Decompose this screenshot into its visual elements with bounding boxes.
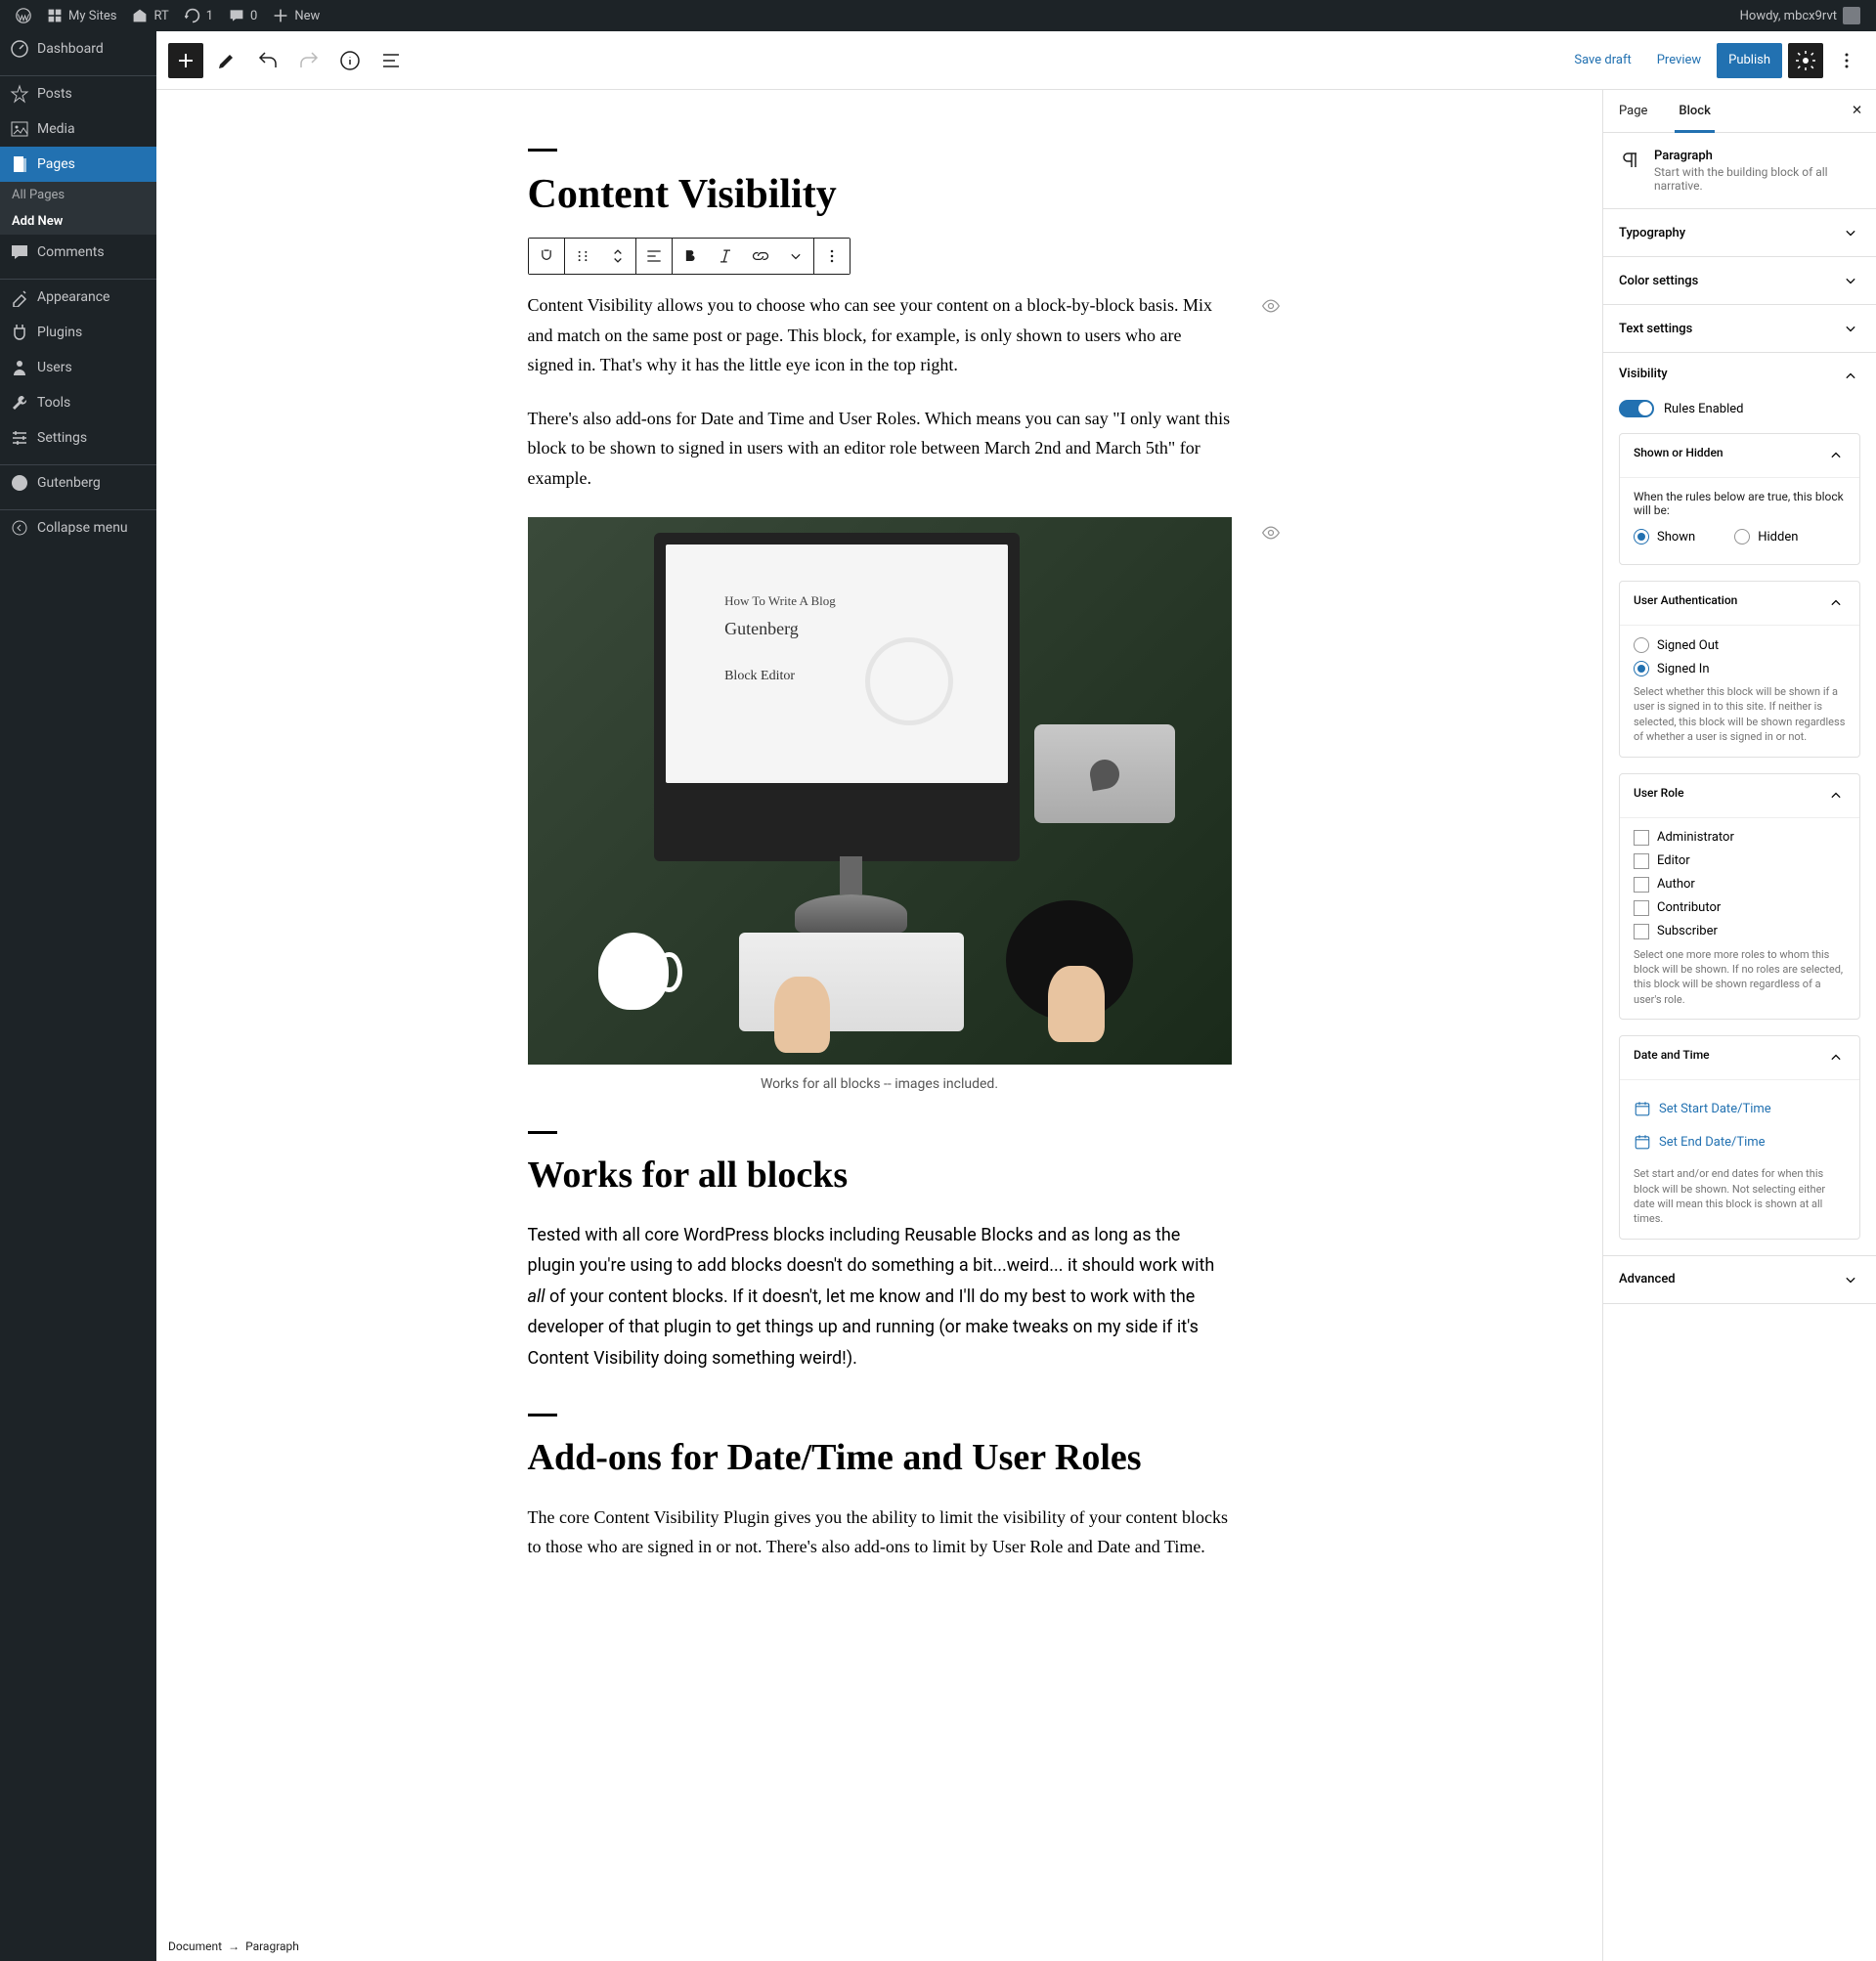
- role-author-check[interactable]: [1634, 877, 1649, 893]
- set-start-date[interactable]: Set Start Date/Time: [1634, 1092, 1846, 1125]
- heading-block[interactable]: Works for all blocks: [528, 1131, 1232, 1197]
- role-admin-check[interactable]: [1634, 830, 1649, 846]
- menu-collapse[interactable]: Collapse menu: [0, 510, 156, 545]
- user-auth-section[interactable]: User Authentication: [1620, 582, 1859, 626]
- date-help-text: Set start and/or end dates for when this…: [1634, 1166, 1846, 1227]
- date-time-section[interactable]: Date and Time: [1620, 1036, 1859, 1080]
- site-name[interactable]: RT: [124, 0, 176, 31]
- visibility-section[interactable]: Visibility: [1603, 353, 1876, 400]
- post-title[interactable]: Content Visibility: [528, 149, 1232, 218]
- admin-bar: My Sites RT 1 0 New Howdy, mbcx9rvt: [0, 0, 1876, 31]
- submenu-add-new[interactable]: Add New: [0, 208, 156, 235]
- block-type-icon[interactable]: [529, 239, 564, 274]
- image-caption[interactable]: Works for all blocks -- images included.: [528, 1076, 1232, 1092]
- submenu-all-pages[interactable]: All Pages: [0, 182, 156, 208]
- info-button[interactable]: [332, 43, 368, 78]
- menu-dashboard[interactable]: Dashboard: [0, 31, 156, 66]
- user-role-section[interactable]: User Role: [1620, 774, 1859, 818]
- undo-button[interactable]: [250, 43, 285, 78]
- align-icon[interactable]: [636, 239, 672, 274]
- wp-logo[interactable]: [8, 0, 39, 31]
- link-icon[interactable]: [743, 239, 778, 274]
- preview-button[interactable]: Preview: [1647, 53, 1711, 67]
- settings-toggle-button[interactable]: [1788, 43, 1823, 78]
- comments-count[interactable]: 0: [221, 0, 265, 31]
- image-block[interactable]: How To Write A Blog Gutenberg Block Edit…: [528, 517, 1232, 1092]
- block-toolbar: [528, 238, 851, 275]
- rules-enabled-toggle[interactable]: [1619, 400, 1654, 417]
- bold-icon[interactable]: [673, 239, 708, 274]
- menu-tools[interactable]: Tools: [0, 385, 156, 420]
- pages-submenu: All Pages Add New: [0, 182, 156, 235]
- edit-mode-button[interactable]: [209, 43, 244, 78]
- more-options-button[interactable]: [1829, 43, 1864, 78]
- menu-media[interactable]: Media: [0, 111, 156, 147]
- more-format-icon[interactable]: [778, 239, 813, 274]
- shown-radio[interactable]: [1634, 529, 1649, 545]
- block-type-label: Paragraph: [1654, 149, 1860, 163]
- menu-settings[interactable]: Settings: [0, 420, 156, 456]
- paragraph-icon: [1619, 149, 1642, 172]
- redo-button[interactable]: [291, 43, 327, 78]
- close-panel-icon[interactable]: ✕: [1838, 90, 1876, 132]
- role-help-text: Select one more more roles to whom this …: [1634, 947, 1846, 1008]
- new-content[interactable]: New: [265, 0, 327, 31]
- color-section[interactable]: Color settings: [1603, 257, 1876, 304]
- breadcrumb[interactable]: Document → Paragraph: [168, 1939, 299, 1953]
- menu-pages[interactable]: Pages: [0, 147, 156, 182]
- paragraph-block[interactable]: Content Visibility allows you to choose …: [528, 290, 1232, 380]
- outline-button[interactable]: [373, 43, 409, 78]
- menu-gutenberg[interactable]: Gutenberg: [0, 465, 156, 501]
- move-up-down-icon[interactable]: [600, 239, 635, 274]
- avatar-icon: [1843, 7, 1860, 24]
- updates[interactable]: 1: [177, 0, 221, 31]
- add-block-button[interactable]: [168, 43, 203, 78]
- shown-hidden-section[interactable]: Shown or Hidden: [1620, 434, 1859, 478]
- publish-button[interactable]: Publish: [1717, 43, 1782, 78]
- visibility-eye-icon: [1261, 523, 1281, 546]
- tab-block[interactable]: Block: [1663, 90, 1725, 132]
- signed-out-radio[interactable]: [1634, 637, 1649, 653]
- role-subscriber-check[interactable]: [1634, 924, 1649, 939]
- text-section[interactable]: Text settings: [1603, 305, 1876, 352]
- paragraph-block[interactable]: There's also add-ons for Date and Time a…: [528, 404, 1232, 494]
- settings-panel: Page Block ✕ Paragraph Start with the bu…: [1602, 90, 1876, 1961]
- editor-canvas[interactable]: Content Visibility: [156, 90, 1602, 1961]
- editor-header: Save draft Preview Publish: [156, 31, 1876, 90]
- menu-plugins[interactable]: Plugins: [0, 315, 156, 350]
- my-sites[interactable]: My Sites: [39, 0, 124, 31]
- paragraph-block[interactable]: The core Content Visibility Plugin gives…: [528, 1503, 1232, 1562]
- admin-sidebar: Dashboard Posts Media Pages All Pages Ad…: [0, 31, 156, 1961]
- hidden-radio[interactable]: [1734, 529, 1750, 545]
- italic-icon[interactable]: [708, 239, 743, 274]
- drag-handle-icon[interactable]: [565, 239, 600, 274]
- block-desc-label: Start with the building block of all nar…: [1654, 165, 1860, 193]
- menu-comments[interactable]: Comments: [0, 235, 156, 270]
- more-toolbar-icon[interactable]: [814, 239, 850, 274]
- visibility-eye-icon: [1261, 296, 1281, 320]
- rules-enabled-label: Rules Enabled: [1664, 402, 1744, 416]
- tab-page[interactable]: Page: [1603, 90, 1663, 132]
- role-editor-check[interactable]: [1634, 853, 1649, 869]
- typography-section[interactable]: Typography: [1603, 209, 1876, 256]
- signed-in-radio[interactable]: [1634, 661, 1649, 676]
- shown-hidden-desc: When the rules below are true, this bloc…: [1634, 490, 1846, 517]
- auth-help-text: Select whether this block will be shown …: [1634, 684, 1846, 745]
- role-contributor-check[interactable]: [1634, 900, 1649, 916]
- menu-users[interactable]: Users: [0, 350, 156, 385]
- set-end-date[interactable]: Set End Date/Time: [1634, 1125, 1846, 1158]
- advanced-section[interactable]: Advanced: [1603, 1256, 1876, 1303]
- save-draft-button[interactable]: Save draft: [1564, 53, 1640, 67]
- editor: Save draft Preview Publish Content Visib…: [156, 31, 1876, 1961]
- menu-appearance[interactable]: Appearance: [0, 280, 156, 315]
- menu-posts[interactable]: Posts: [0, 76, 156, 111]
- howdy-user[interactable]: Howdy, mbcx9rvt: [1732, 0, 1868, 31]
- block-card: Paragraph Start with the building block …: [1603, 133, 1876, 209]
- paragraph-block[interactable]: Tested with all core WordPress blocks in…: [528, 1220, 1232, 1374]
- heading-block[interactable]: Add-ons for Date/Time and User Roles: [528, 1414, 1232, 1479]
